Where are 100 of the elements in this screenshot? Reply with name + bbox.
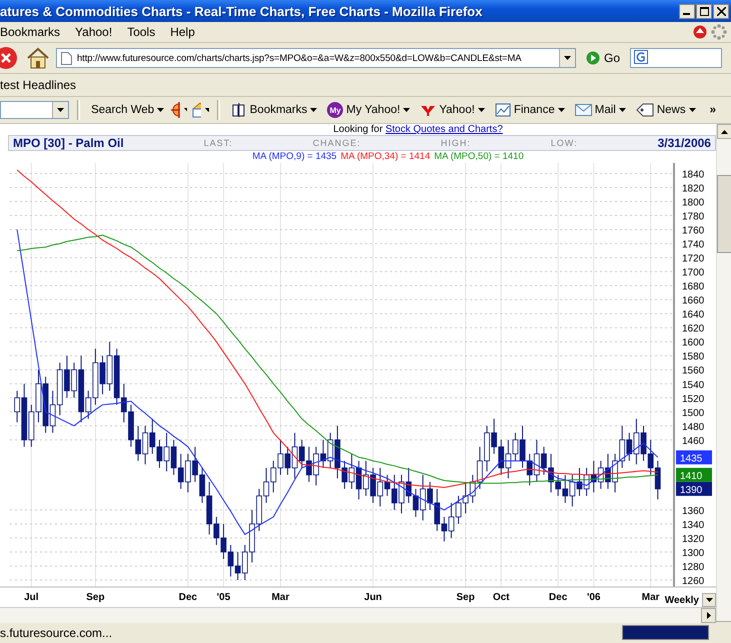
status-text: s.futuresource.com... — [0, 626, 112, 640]
axis-tick-label: '05 — [216, 592, 230, 603]
axis-tick-label: 1760 — [682, 226, 704, 237]
field-label: CHANGE: — [312, 138, 361, 148]
axis-tick-label: 1300 — [682, 548, 704, 559]
go-button[interactable]: Go — [582, 51, 624, 65]
axis-tick-label: 1540 — [682, 380, 704, 391]
axis-tick-label: 1580 — [682, 352, 704, 363]
axis-tick-label: 1560 — [682, 366, 704, 377]
candlestick — [14, 390, 20, 423]
menu-item[interactable]: Tools — [127, 25, 164, 39]
candlestick — [462, 481, 468, 514]
axis-tick-label: 1840 — [682, 170, 704, 180]
axis-tick-label: Jun — [364, 592, 382, 603]
candlestick — [412, 488, 419, 518]
home-icon[interactable] — [26, 46, 50, 70]
search-field[interactable] — [0, 101, 70, 119]
axis-tick-label: 1500 — [682, 408, 704, 419]
candlestick — [306, 446, 312, 482]
close-button[interactable] — [713, 4, 729, 18]
chart-icon — [494, 103, 511, 117]
search-field[interactable] — [630, 48, 722, 68]
axis-tick-label: 1460 — [682, 436, 704, 447]
address-field[interactable]: http://www.futuresource.com/charts/charts.jsp?s=MPO&o=&a=W&z=800x550&d=LOW&b=CANDLE&st=MA — [56, 48, 576, 68]
candlestick — [434, 488, 440, 532]
candlestick — [298, 439, 305, 468]
toolbar-button[interactable]: Mail — [572, 104, 629, 116]
candlestick — [619, 425, 626, 468]
axis-tick-label: 1640 — [682, 310, 704, 321]
candlestick — [562, 474, 568, 504]
toolbar-button[interactable]: Yahoo! — [417, 103, 488, 117]
tag-icon — [636, 103, 654, 117]
axis-tick-label: 1620 — [682, 324, 704, 335]
field-label: LOW: — [550, 138, 578, 148]
minimize-button[interactable] — [679, 4, 695, 18]
candlestick — [270, 460, 276, 493]
down-arrow-icon — [706, 598, 712, 602]
candlestick — [64, 355, 70, 398]
axis-tick-label: 1600 — [682, 338, 704, 349]
candlestick — [199, 467, 206, 504]
candlestick — [164, 432, 170, 472]
stop-icon[interactable] — [0, 46, 20, 70]
menu-item[interactable]: Help — [170, 25, 204, 39]
overflow-button[interactable]: » — [706, 104, 719, 116]
axis-tick-label: 1660 — [682, 296, 704, 307]
candlestick — [71, 362, 77, 398]
crosshair-icon[interactable] — [171, 102, 180, 118]
candlestick — [569, 474, 576, 507]
toolbar-button[interactable]: Bookmarks — [228, 102, 320, 118]
axis-tick-label: '06 — [586, 592, 600, 603]
axis-tick-label: 1320 — [682, 534, 704, 545]
caret-icon — [558, 108, 565, 112]
toolbar-button[interactable]: My My Yahoo! — [324, 102, 414, 118]
quotes-link[interactable]: Stock Quotes and Charts? — [385, 124, 503, 135]
candlestick — [634, 418, 640, 465]
candlestick — [85, 390, 92, 420]
candlestick — [491, 418, 497, 454]
axis-tick-label: Sep — [456, 592, 475, 603]
menu-item[interactable]: Bookmarks — [0, 25, 70, 39]
candlestick — [120, 383, 127, 423]
candlestick — [214, 516, 220, 546]
candlestick — [342, 460, 348, 490]
axis-tick-label: Sep — [86, 592, 105, 603]
axis-tick-label: 1260 — [682, 576, 704, 587]
search-web-button[interactable]: Search Web — [88, 104, 168, 116]
candlestick — [654, 460, 661, 500]
toolbar-button[interactable]: Finance — [492, 103, 568, 117]
candlestick — [476, 446, 483, 490]
horizontal-scrollbar[interactable] — [0, 607, 716, 623]
dropdown-button[interactable] — [559, 49, 575, 67]
scrollbar-thumb[interactable] — [717, 175, 731, 253]
scroll-right-button[interactable] — [701, 608, 716, 623]
alert-icon — [693, 25, 707, 39]
scroll-up-button[interactable] — [717, 124, 731, 139]
dropdown-button[interactable] — [52, 102, 68, 118]
vertical-scrollbar[interactable] — [716, 124, 731, 621]
legend-entry: MA (MPO,34) = 1414 — [340, 151, 430, 163]
legend-entry: MA (MPO,50) = 1410 — [434, 151, 524, 163]
candlestick — [540, 446, 547, 476]
caret-icon — [618, 108, 626, 112]
bookmark-item[interactable]: test Headlines — [0, 78, 76, 92]
toolbar-button[interactable]: News — [632, 103, 699, 117]
axis-tick-label: 1680 — [682, 282, 704, 293]
price-tag: 1410 — [676, 468, 712, 482]
caret-icon — [157, 108, 164, 112]
right-arrow-icon — [706, 612, 710, 619]
candlestick — [263, 467, 270, 504]
chart-title: MPO [30] - Palm Oil — [13, 136, 124, 150]
caret-icon — [478, 108, 485, 112]
field-label: HIGH: — [440, 138, 471, 148]
axis-tick-label: 1280 — [682, 562, 704, 573]
candlestick — [427, 481, 433, 510]
menu-item[interactable]: Yahoo! — [75, 25, 122, 39]
throbber-icon — [711, 24, 727, 40]
caret-icon — [184, 108, 188, 112]
maximize-button[interactable] — [696, 4, 712, 18]
candlestick — [220, 523, 226, 560]
candlestick — [234, 551, 241, 580]
axis-tick-label: 1780 — [682, 212, 704, 223]
candlestick — [420, 474, 426, 521]
